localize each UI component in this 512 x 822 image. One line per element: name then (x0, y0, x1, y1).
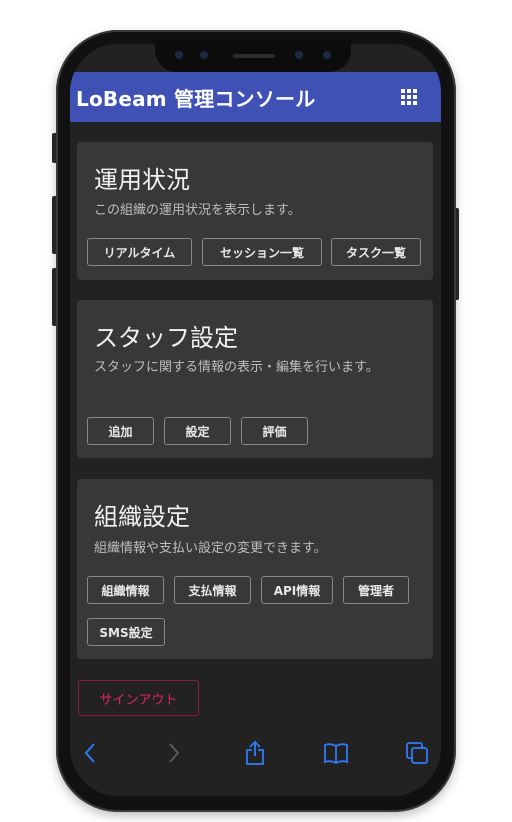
sensor-icon (323, 51, 331, 59)
payment-info-button[interactable]: 支払情報 (174, 576, 251, 604)
admin-button[interactable]: 管理者 (343, 576, 409, 604)
sensor-icon (200, 51, 208, 59)
signout-button[interactable]: サインアウト (78, 680, 199, 716)
card-description: スタッフに関する情報の表示・編集を行います。 (94, 360, 379, 375)
sensor-icon (295, 51, 303, 59)
card-title: 組織設定 (94, 503, 190, 531)
staff-settings-button[interactable]: 設定 (164, 417, 231, 445)
back-icon[interactable] (78, 740, 104, 766)
app-title: LoBeam 管理コンソール (76, 87, 316, 111)
screen: LoBeam 管理コンソール 運用状況 この組織の運用状況を表示します。 リアル… (70, 44, 441, 796)
staff-evaluation-button[interactable]: 評価 (241, 417, 308, 445)
notch (155, 40, 351, 72)
card-org-settings: 組織設定 組織情報や支払い設定の変更できます。 組織情報 支払情報 API情報 … (77, 479, 433, 659)
card-operations: 運用状況 この組織の運用状況を表示します。 リアルタイム セッション一覧 タスク… (77, 142, 433, 280)
card-title: 運用状況 (94, 166, 190, 194)
browser-toolbar (70, 730, 441, 774)
task-list-button[interactable]: タスク一覧 (331, 238, 421, 266)
apps-grid-icon[interactable] (401, 89, 417, 105)
forward-icon[interactable] (160, 740, 186, 766)
bookmarks-icon[interactable] (323, 740, 349, 766)
app-header: LoBeam 管理コンソール (70, 72, 441, 122)
card-description: 組織情報や支払い設定の変更できます。 (94, 541, 327, 556)
session-list-button[interactable]: セッション一覧 (202, 238, 322, 266)
speaker-grille (233, 54, 275, 58)
realtime-button[interactable]: リアルタイム (87, 238, 192, 266)
camera-icon (175, 51, 183, 59)
add-staff-button[interactable]: 追加 (87, 417, 154, 445)
sms-settings-button[interactable]: SMS設定 (87, 618, 165, 646)
card-description: この組織の運用状況を表示します。 (94, 203, 301, 218)
api-info-button[interactable]: API情報 (261, 576, 333, 604)
card-staff-settings: スタッフ設定 スタッフに関する情報の表示・編集を行います。 追加 設定 評価 (77, 300, 433, 458)
tabs-icon[interactable] (404, 740, 430, 766)
share-icon[interactable] (242, 740, 268, 766)
card-title: スタッフ設定 (94, 324, 238, 352)
org-info-button[interactable]: 組織情報 (87, 576, 164, 604)
